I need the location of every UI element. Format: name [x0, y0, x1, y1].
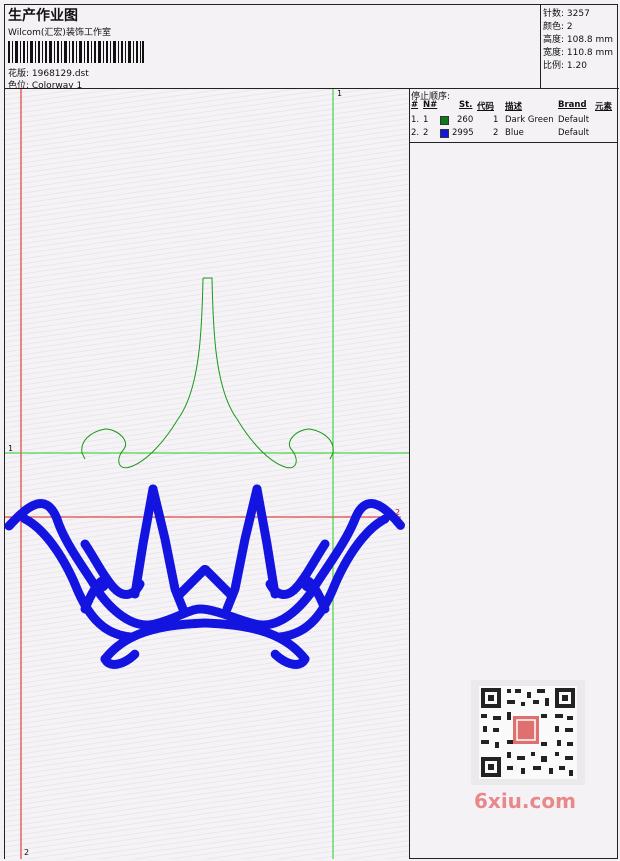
col-header-stitches: St. [459, 100, 473, 110]
design-canvas: 1 1 2 2 [5, 89, 410, 859]
qr-code [471, 680, 585, 785]
embroidery-design [5, 89, 409, 859]
company-name: Wilcom(汇宏)装饰工作室 [8, 28, 111, 38]
row-description: Blue [505, 128, 524, 138]
col-header-needle: N# [423, 100, 438, 110]
green-outline-shape [81, 277, 334, 469]
col-header-index: # [411, 100, 419, 110]
row-needle: 1 [423, 115, 429, 125]
design-width: 宽度: 110.8 mm [543, 48, 614, 58]
stats-panel: 针数: 3257 颜色: 2 高度: 108.8 mm 宽度: 110.8 mm… [540, 5, 619, 89]
marker-green-top: 1 [337, 89, 343, 98]
stop-sequence-table: # N# St. 代码 描述 Brand 元素 1. 1 260 1 Dark … [410, 100, 618, 143]
row-code: 2 [493, 128, 499, 138]
row-description: Dark Green [505, 115, 554, 125]
table-row: 1. 1 260 1 Dark Green Default [410, 115, 618, 127]
marker-green-left: 1 [8, 444, 14, 453]
header-panel: 生产作业图 Wilcom(汇宏)装饰工作室 花版: 1968129.dst 色位… [5, 5, 540, 91]
color-count: 颜色: 2 [543, 22, 573, 32]
table-row: 2. 2 2995 2 Blue Default [410, 128, 618, 140]
blue-stitch-shape [5, 484, 406, 669]
marker-red-bottom: 2 [24, 848, 30, 857]
row-stitches: 2995 [452, 128, 474, 138]
watermark-text: 6xiu.com [474, 789, 576, 813]
color-swatch-blue [440, 129, 449, 138]
color-swatch-dark-green [440, 116, 449, 125]
marker-red-right: 2 [395, 508, 401, 517]
row-code: 1 [493, 115, 499, 125]
col-header-description: 描述 [505, 102, 523, 112]
barcode [8, 41, 144, 63]
scale-ratio: 比例: 1.20 [543, 61, 587, 71]
col-header-code: 代码 [477, 102, 495, 112]
stitch-count: 针数: 3257 [543, 9, 590, 19]
col-header-element: 元素 [595, 102, 613, 112]
page-title: 生产作业图 [8, 8, 78, 24]
col-header-brand: Brand [558, 100, 587, 110]
design-height: 高度: 108.8 mm [543, 35, 614, 45]
row-brand: Default [558, 128, 590, 138]
row-stitches: 260 [457, 115, 474, 125]
row-brand: Default [558, 115, 590, 125]
row-index: 2. [411, 128, 420, 138]
row-index: 1. [411, 115, 420, 125]
row-needle: 2 [423, 128, 429, 138]
